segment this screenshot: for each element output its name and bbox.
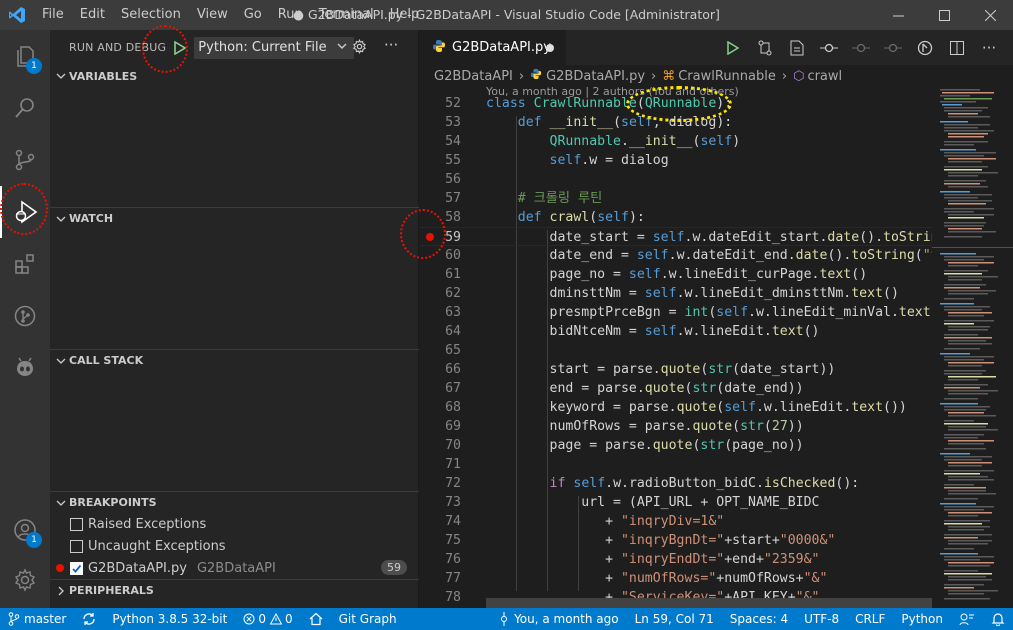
breakpoint-file-entry[interactable]: G2BDataAPI.py G2BDataAPI 59: [50, 557, 419, 579]
close-icon[interactable]: [967, 0, 1013, 30]
horizontal-scrollbar[interactable]: [486, 598, 932, 608]
compare-changes-icon[interactable]: [749, 30, 781, 65]
split-editor-icon[interactable]: [941, 30, 973, 65]
more-actions-icon[interactable]: ···: [973, 30, 1005, 65]
commit-icon: [501, 612, 508, 626]
checkbox[interactable]: [70, 517, 83, 531]
explorer-badge: 1: [26, 58, 42, 74]
git-graph-icon[interactable]: [0, 290, 50, 342]
section-call-stack[interactable]: CALL STACK: [50, 349, 419, 371]
run-python-file-icon[interactable]: [717, 30, 749, 65]
checkbox[interactable]: [70, 539, 83, 553]
home-icon[interactable]: [301, 608, 331, 630]
annotation-circle-run: [142, 25, 188, 73]
breakpoint-line-badge: 59: [381, 560, 407, 575]
open-launch-json-gear-icon[interactable]: [352, 38, 367, 58]
breakpoint-dot-icon: [56, 564, 64, 572]
class-symbol-icon: ⌘: [662, 68, 676, 84]
sync-icon[interactable]: [74, 608, 104, 630]
debug-config-label: Python: Current File: [198, 40, 327, 55]
breadcrumb-class[interactable]: CrawlRunnable: [678, 69, 776, 84]
run-debug-sidebar: RUN AND DEBUG Python: Current File ··· V…: [50, 30, 419, 608]
chevron-down-icon: [54, 214, 68, 224]
title-bar: File Edit Selection View Go Run Terminal…: [0, 0, 1013, 30]
maximize-icon[interactable]: [921, 0, 967, 30]
extensions-icon[interactable]: [0, 238, 50, 290]
language-mode[interactable]: Python: [893, 608, 951, 630]
annotation-circle-breakpoint: [400, 209, 446, 259]
minimize-icon[interactable]: [875, 0, 921, 30]
checkbox-checked[interactable]: [70, 561, 83, 575]
minimap[interactable]: [932, 87, 1013, 608]
source-control-icon[interactable]: [0, 134, 50, 186]
chevron-down-icon: [54, 498, 68, 508]
menu-go[interactable]: Go: [236, 0, 270, 30]
chevron-right-icon: [54, 586, 68, 596]
menu-terminal[interactable]: Terminal: [311, 0, 382, 30]
tab-g2bdataapi[interactable]: G2BDataAPI.py: [420, 30, 566, 65]
git-blame[interactable]: You, a month ago: [490, 608, 627, 630]
chevron-down-icon: [54, 356, 68, 366]
indentation[interactable]: Spaces: 4: [722, 608, 796, 630]
warning-icon: [269, 613, 282, 625]
section-variables[interactable]: VARIABLES: [50, 65, 419, 87]
annotation-circle-debug: [0, 183, 48, 235]
method-symbol-icon: ⬡: [793, 68, 805, 84]
menu-help[interactable]: Help: [382, 0, 428, 30]
chevron-down-icon: [336, 40, 348, 56]
python-file-icon: [530, 68, 542, 84]
toggle-blame-icon[interactable]: [909, 30, 941, 65]
chevron-down-icon: [54, 71, 68, 81]
section-breakpoints[interactable]: BREAKPOINTS: [50, 491, 419, 513]
explorer-icon[interactable]: 1: [0, 30, 50, 82]
activity-bar: 1 1: [0, 30, 50, 608]
status-bar: master Python 3.8.5 32-bit 0 0 Git Graph…: [0, 608, 1013, 630]
breadcrumb: G2BDataAPI › G2BDataAPI.py › ⌘ CrawlRunn…: [420, 65, 1013, 87]
breakpoint-raised-exceptions[interactable]: Raised Exceptions: [50, 513, 419, 535]
cursor-position[interactable]: Ln 59, Col 71: [627, 608, 722, 630]
problems-indicator[interactable]: 0 0: [235, 608, 300, 630]
python-interpreter[interactable]: Python 3.8.5 32-bit: [104, 608, 235, 630]
section-watch[interactable]: WATCH: [50, 207, 419, 229]
branch-icon: [8, 612, 20, 626]
debug-config-select[interactable]: Python: Current File: [194, 36, 355, 59]
search-icon[interactable]: [0, 82, 50, 134]
open-changes-icon[interactable]: [781, 30, 813, 65]
menu-view[interactable]: View: [189, 0, 236, 30]
settings-gear-icon[interactable]: [0, 554, 50, 606]
git-branch[interactable]: master: [0, 608, 74, 630]
vscode-logo-icon: [0, 0, 34, 30]
accounts-icon[interactable]: 1: [0, 504, 50, 556]
chevron-right-icon: ›: [781, 68, 788, 84]
notifications-bell-icon[interactable]: [983, 608, 1013, 630]
feedback-icon[interactable]: [951, 608, 983, 630]
breadcrumb-file[interactable]: G2BDataAPI.py: [546, 69, 645, 84]
encoding[interactable]: UTF-8: [796, 608, 847, 630]
section-peripherals[interactable]: PERIPHERALS: [50, 579, 419, 601]
next-revision-icon[interactable]: [877, 30, 909, 65]
menu-run[interactable]: Run: [270, 0, 311, 30]
code-editor[interactable]: You, a month ago | 2 authors (You and ot…: [420, 87, 932, 608]
line-ending[interactable]: CRLF: [847, 608, 893, 630]
error-icon: [243, 613, 255, 625]
accounts-badge: 1: [26, 532, 42, 548]
platformio-alien-icon[interactable]: [0, 342, 50, 394]
menu-file[interactable]: File: [34, 0, 72, 30]
unsaved-dot-icon[interactable]: [546, 44, 554, 52]
git-graph-status[interactable]: Git Graph: [331, 608, 405, 630]
breadcrumb-folder[interactable]: G2BDataAPI: [434, 69, 513, 84]
menu-edit[interactable]: Edit: [72, 0, 113, 30]
chevron-right-icon: ›: [651, 68, 657, 84]
previous-revision-icon[interactable]: [845, 30, 877, 65]
breadcrumb-method[interactable]: crawl: [807, 69, 842, 84]
editor-tabs: G2BDataAPI.py ···: [420, 30, 1013, 65]
more-actions-icon[interactable]: ···: [384, 36, 398, 54]
chevron-right-icon: ›: [518, 68, 525, 84]
menu-bar: File Edit Selection View Go Run Terminal…: [34, 0, 427, 30]
annotation-circle-qrunnable: [626, 86, 732, 122]
git-commit-icon[interactable]: [813, 30, 845, 65]
breakpoint-uncaught-exceptions[interactable]: Uncaught Exceptions: [50, 535, 419, 557]
menu-selection[interactable]: Selection: [113, 0, 189, 30]
python-file-icon: [432, 39, 446, 57]
